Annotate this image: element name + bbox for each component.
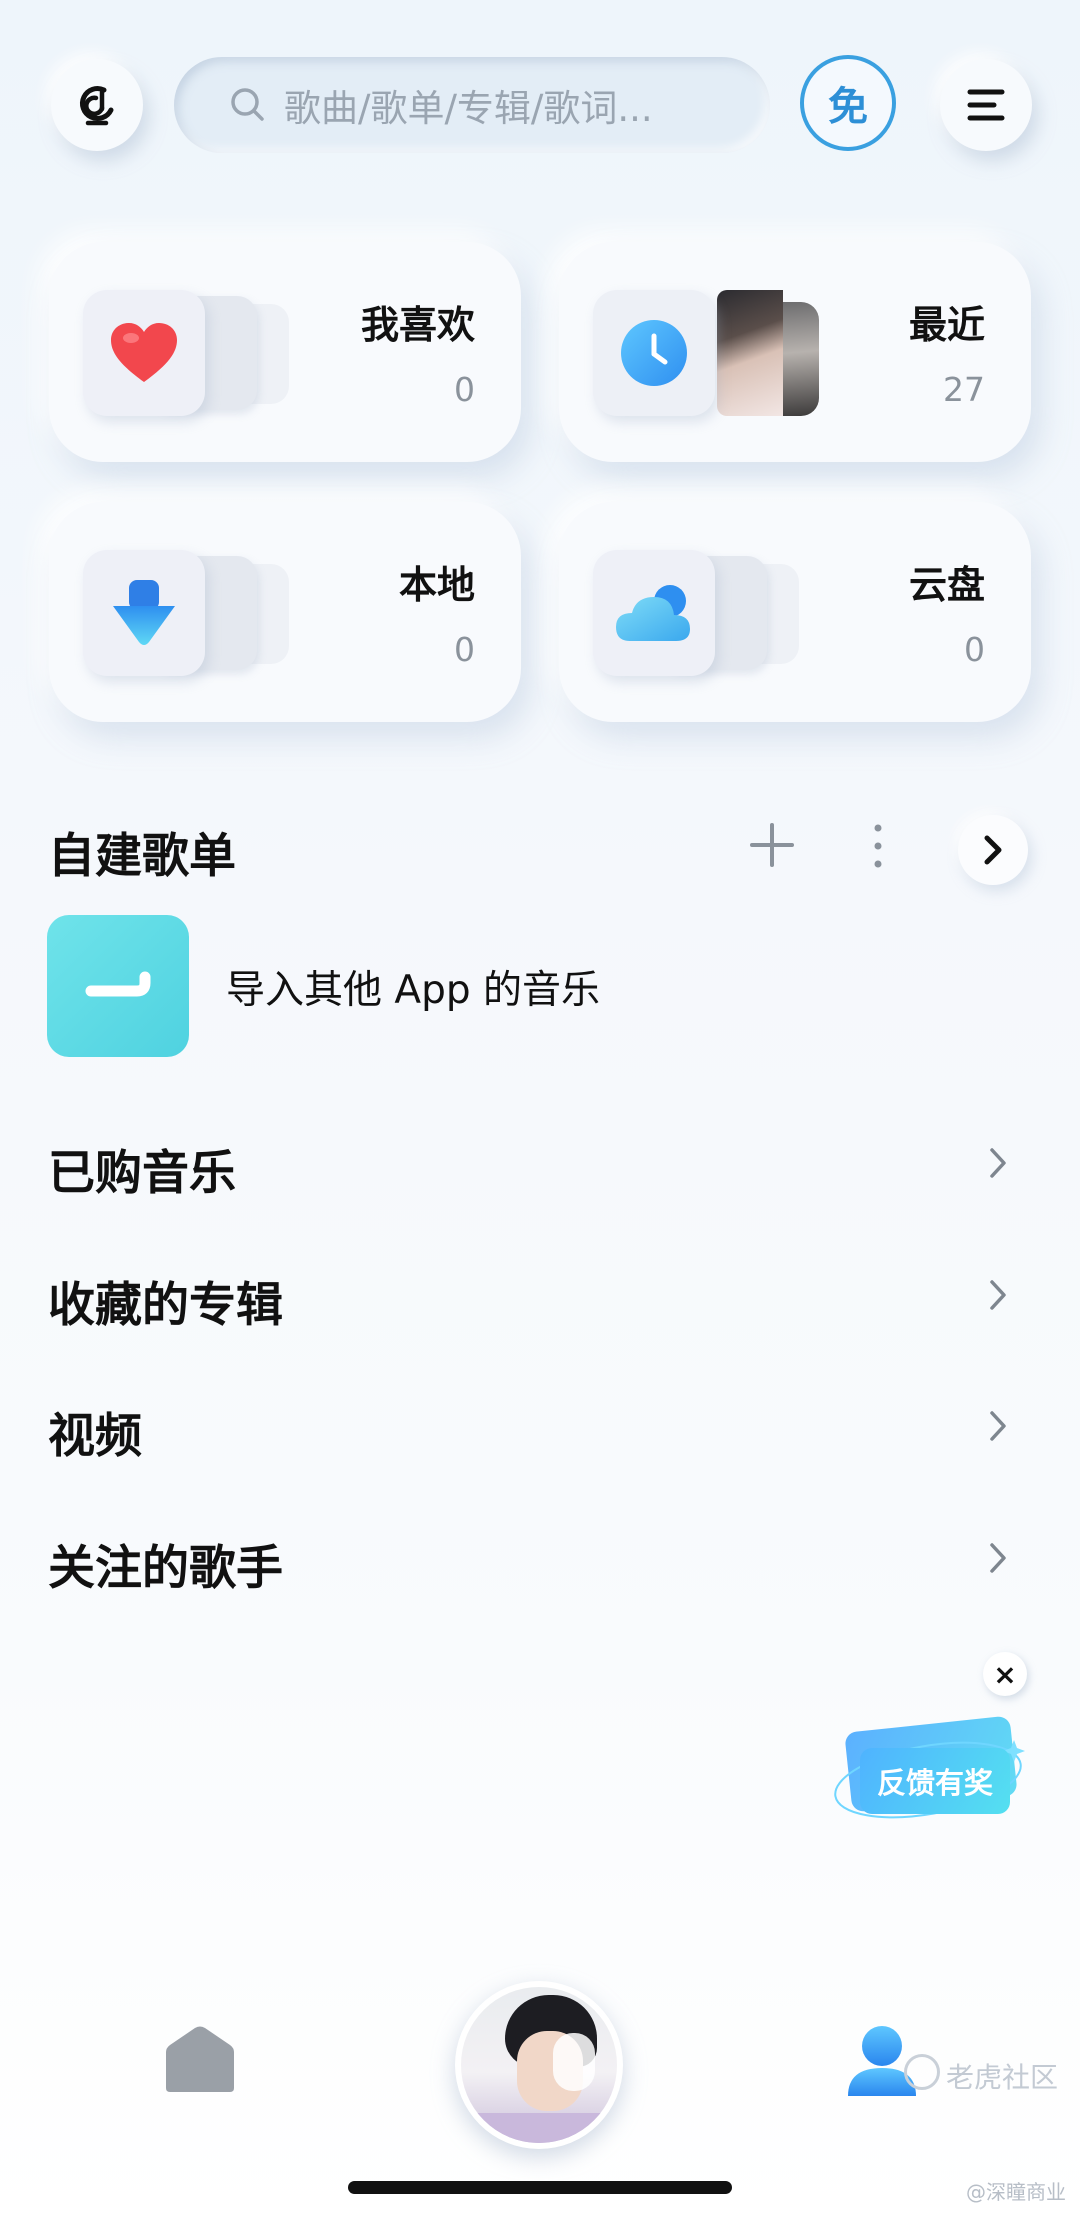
menu-icon (967, 89, 1005, 121)
add-playlist-icon[interactable] (748, 821, 796, 869)
download-arrow-icon (113, 580, 175, 645)
list-item-purchased[interactable]: 已购音乐 (48, 1118, 1018, 1208)
search-icon (231, 88, 264, 121)
cloud-icon (616, 585, 690, 641)
free-badge-label: 免 (828, 84, 868, 130)
watermark-logo-icon (904, 2054, 940, 2090)
card-local[interactable]: 本地 0 (49, 502, 521, 722)
card-art (83, 290, 293, 416)
card-count: 0 (454, 370, 475, 409)
app-logo-icon (80, 86, 114, 126)
import-label: 导入其他 App 的音乐 (226, 968, 600, 1013)
home-tab-icon[interactable] (162, 2026, 238, 2094)
close-icon: × (993, 1657, 1017, 1691)
home-indicator[interactable] (348, 2181, 732, 2194)
import-icon (85, 971, 151, 997)
search-input[interactable]: 歌曲/歌单/专辑/歌词... (174, 57, 770, 153)
card-count: 27 (943, 370, 985, 409)
playlists-section-title: 自建歌单 (48, 829, 236, 884)
chevron-right-icon (990, 1543, 1006, 1573)
card-art (83, 550, 293, 676)
chevron-right-icon (984, 835, 1002, 865)
card-count: 0 (964, 630, 985, 669)
now-playing-cover (461, 1987, 617, 2143)
card-title: 云盘 (908, 563, 985, 607)
list-item-label: 已购音乐 (48, 1146, 236, 1201)
list-item-videos[interactable]: 视频 (48, 1381, 1018, 1471)
free-mode-button[interactable]: 免 (800, 55, 896, 151)
search-placeholder: 歌曲/歌单/专辑/歌词... (284, 87, 653, 130)
list-item-label: 收藏的专辑 (48, 1278, 283, 1333)
menu-button[interactable] (940, 59, 1032, 151)
card-favorites[interactable]: 我喜欢 0 (49, 242, 521, 462)
now-playing-button[interactable] (455, 1981, 623, 2149)
card-recent[interactable]: 最近 27 (559, 242, 1031, 462)
card-cloud[interactable]: 云盘 0 (559, 502, 1031, 722)
watermark-text: 老虎社区 (946, 2061, 1059, 2094)
card-art (593, 290, 819, 416)
card-title: 最近 (908, 303, 985, 347)
more-options-icon[interactable] (866, 820, 890, 872)
list-item-label: 视频 (48, 1409, 142, 1464)
card-art (593, 550, 803, 676)
feedback-label: 反馈有奖 (860, 1748, 1010, 1814)
watermark-subtext: @深瞳商业 (966, 2180, 1066, 2204)
import-music-row[interactable]: 导入其他 App 的音乐 (47, 915, 747, 1059)
list-item-followed-artists[interactable]: 关注的歌手 (48, 1513, 1018, 1603)
recent-cover-image (717, 290, 783, 416)
chevron-right-icon (990, 1411, 1006, 1441)
chevron-right-icon (990, 1280, 1006, 1310)
feedback-reward-button[interactable]: 反馈有奖 (830, 1715, 1026, 1832)
card-title: 我喜欢 (360, 303, 475, 347)
close-feedback-button[interactable]: × (983, 1652, 1027, 1696)
heart-icon (111, 323, 177, 382)
playlists-expand-button[interactable] (958, 815, 1028, 885)
card-title: 本地 (398, 563, 475, 607)
clock-icon (621, 320, 687, 386)
chevron-right-icon (990, 1148, 1006, 1178)
app-logo-button[interactable] (51, 59, 143, 151)
list-item-albums[interactable]: 收藏的专辑 (48, 1250, 1018, 1340)
card-count: 0 (454, 630, 475, 669)
import-tile (47, 915, 189, 1057)
list-item-label: 关注的歌手 (48, 1541, 283, 1596)
